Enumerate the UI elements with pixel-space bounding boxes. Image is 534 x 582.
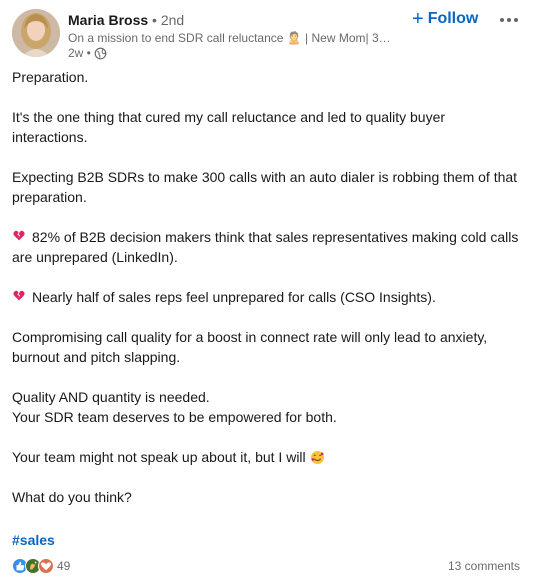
author-meta: Maria Bross • 2nd On a mission to end SD…	[68, 11, 398, 61]
more-options-icon[interactable]	[497, 13, 521, 27]
post-header: Maria Bross • 2nd On a mission to end SD…	[12, 9, 524, 65]
post-line-3: Expecting B2B SDRs to make 300 calls wit…	[12, 169, 518, 205]
post-line-9: Your team might not speak up about it, b…	[12, 447, 522, 467]
post-line-9-text: Your team might not speak up about it, b…	[12, 449, 306, 465]
post-line-2: It's the one thing that cured my call re…	[12, 109, 446, 145]
post-line-8: Your SDR team deserves to be empowered f…	[12, 409, 337, 425]
smiling-face-with-hearts-icon	[310, 447, 326, 467]
follow-button[interactable]: + Follow	[412, 9, 478, 29]
reactions-button[interactable]	[12, 558, 54, 574]
post-line-4: 82% of B2B decision makers think that sa…	[12, 227, 522, 267]
post-timestamp: 2w •	[68, 46, 398, 61]
post-line-5-text: Nearly half of sales reps feel unprepare…	[32, 289, 436, 305]
post-line-1: Preparation.	[12, 69, 89, 85]
broken-heart-icon	[12, 287, 28, 307]
post-time: 2w •	[68, 46, 91, 60]
post-card: Maria Bross • 2nd On a mission to end SD…	[0, 0, 534, 582]
author-name-line: Maria Bross • 2nd	[68, 11, 398, 29]
author-name[interactable]: Maria Bross	[68, 12, 148, 28]
post-line-6: Compromising call quality for a boost in…	[12, 329, 488, 365]
post-line-5: Nearly half of sales reps feel unprepare…	[12, 287, 522, 307]
plus-icon: +	[412, 8, 424, 30]
author-headline: On a mission to end SDR call reluctance …	[68, 31, 398, 45]
post-line-10: What do you think?	[12, 489, 132, 505]
comments-count-link[interactable]: 13 comments	[448, 559, 520, 573]
broken-heart-icon	[12, 227, 28, 247]
social-counts: 49	[12, 557, 70, 575]
author-avatar[interactable]	[12, 9, 60, 57]
follow-label: Follow	[427, 10, 479, 27]
hashtag-link[interactable]: #sales	[12, 530, 55, 550]
globe-icon	[94, 47, 107, 60]
post-body: Preparation. It's the one thing that cur…	[12, 67, 522, 507]
connection-degree: • 2nd	[152, 12, 185, 28]
love-reaction-icon	[38, 558, 54, 574]
post-line-4-text: 82% of B2B decision makers think that sa…	[12, 229, 519, 265]
reaction-count[interactable]: 49	[57, 559, 70, 573]
post-line-7: Quality AND quantity is needed.	[12, 389, 210, 405]
